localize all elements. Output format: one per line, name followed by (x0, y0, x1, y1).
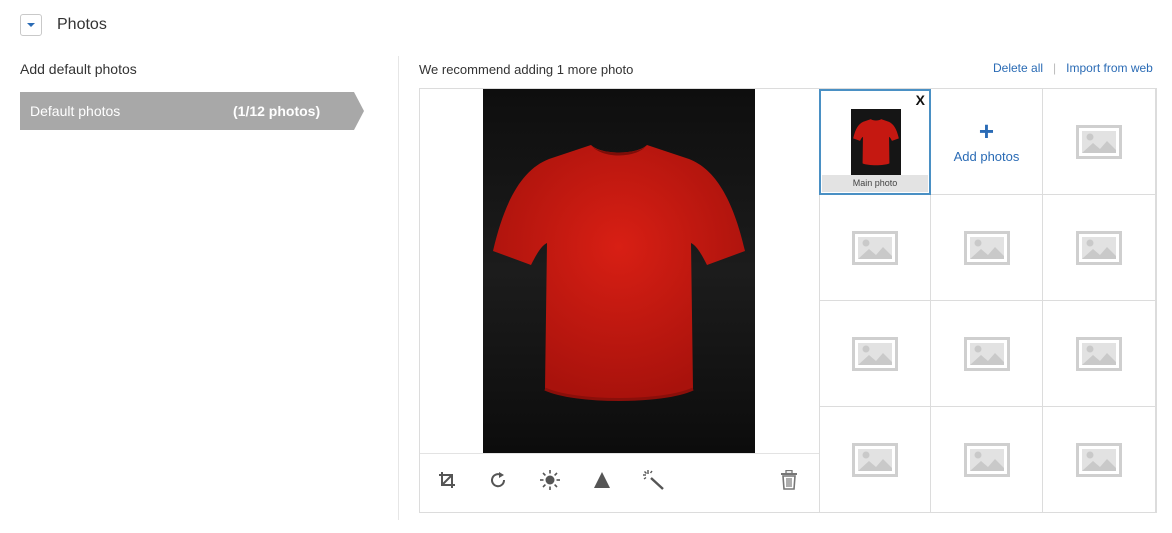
image-placeholder-icon (851, 336, 898, 371)
photo-slot[interactable] (819, 195, 931, 301)
photo-slot[interactable] (819, 301, 931, 407)
remove-photo-button[interactable]: X (916, 92, 925, 108)
image-placeholder-icon (963, 336, 1010, 371)
red-tshirt-image (483, 89, 755, 453)
plus-icon: + (978, 116, 995, 146)
photo-grid: Main photo X + Add photos (819, 88, 1157, 513)
trash-icon[interactable] (778, 469, 800, 491)
image-placeholder-icon (963, 230, 1010, 265)
photo-slot[interactable] (931, 195, 1043, 301)
image-placeholder-icon (1076, 230, 1122, 265)
section-toggle-button[interactable] (20, 14, 42, 36)
chevron-down-icon (27, 23, 35, 27)
main-photo-slot[interactable]: Main photo X (819, 89, 931, 195)
image-placeholder-icon (851, 230, 898, 265)
crop-icon[interactable] (436, 469, 458, 491)
sidebar-item-default-photos[interactable]: Default photos (1/12 photos) (20, 92, 364, 130)
add-photos-button[interactable]: + Add photos (931, 89, 1043, 195)
image-placeholder-icon (1076, 124, 1122, 159)
image-placeholder-icon (963, 442, 1010, 477)
photo-slot[interactable] (1043, 195, 1156, 301)
brightness-icon[interactable] (539, 469, 561, 491)
image-placeholder-icon (1076, 442, 1122, 477)
photo-editor (419, 88, 820, 513)
add-photos-label: Add photos (953, 149, 1020, 164)
contrast-icon[interactable] (591, 469, 613, 491)
main-photo-thumbnail (851, 109, 901, 175)
link-separator: | (1053, 61, 1057, 75)
photo-slot[interactable] (819, 407, 931, 512)
photo-slot[interactable] (931, 301, 1043, 407)
toolbar-divider (420, 453, 819, 454)
recommendation-text: We recommend adding 1 more photo (419, 62, 634, 77)
sidebar-title: Add default photos (20, 61, 137, 77)
photo-slot[interactable] (1043, 407, 1156, 512)
sidebar-item-label: Default photos (30, 103, 121, 119)
image-placeholder-icon (1076, 336, 1122, 371)
image-placeholder-icon (851, 442, 898, 477)
main-photo-caption: Main photo (822, 175, 928, 192)
top-links: Delete all | Import from web (993, 61, 1153, 75)
photo-slot[interactable] (931, 407, 1043, 512)
photo-slot[interactable] (1043, 301, 1156, 407)
divider (398, 56, 399, 520)
photo-slot[interactable] (1043, 89, 1156, 195)
import-from-web-link[interactable]: Import from web (1066, 61, 1153, 75)
main-photo-preview (483, 89, 755, 453)
magic-wand-icon[interactable] (643, 469, 665, 491)
delete-all-link[interactable]: Delete all (993, 61, 1043, 75)
photo-count-badge: (1/12 photos) (233, 103, 321, 119)
rotate-icon[interactable] (487, 469, 509, 491)
section-title: Photos (57, 16, 107, 33)
